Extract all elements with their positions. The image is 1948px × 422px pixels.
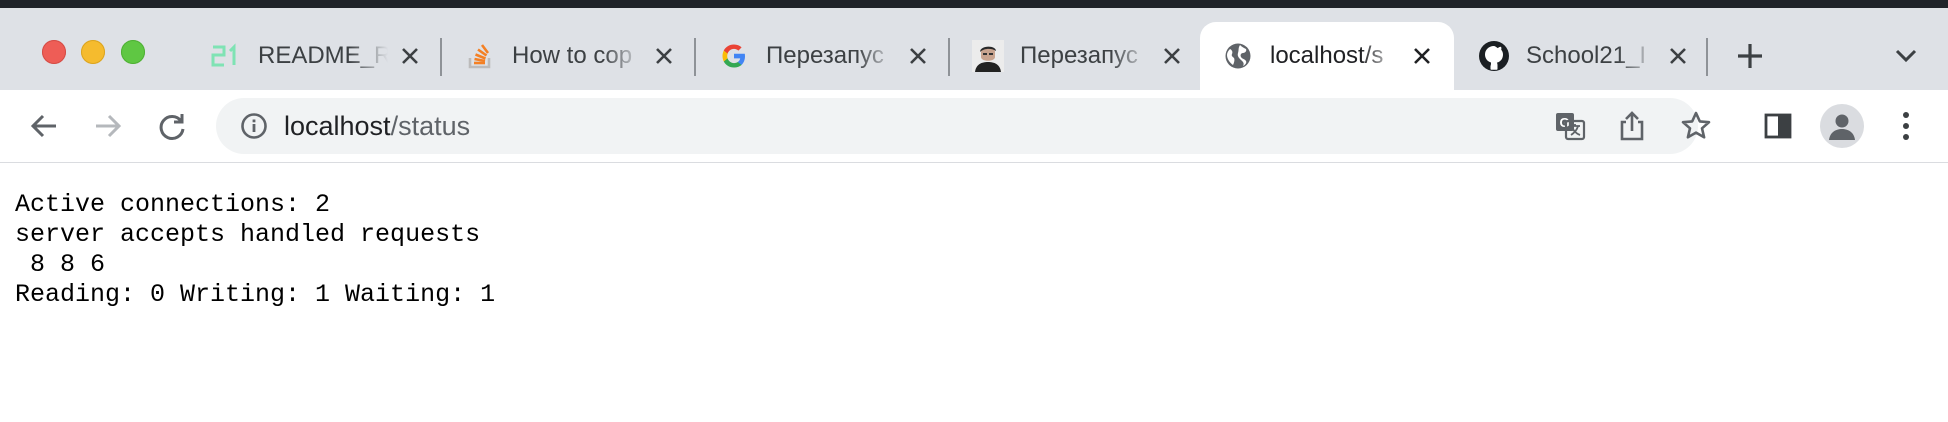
close-tab-icon[interactable] xyxy=(1664,42,1692,70)
tab-title: Перезапус xyxy=(1020,42,1138,69)
tab-title: README_R xyxy=(258,42,388,69)
profile-button[interactable] xyxy=(1820,104,1864,148)
status-line-states: Reading: 0 Writing: 1 Waiting: 1 xyxy=(15,280,496,309)
back-button[interactable] xyxy=(24,106,64,146)
profile-icon xyxy=(1829,114,1855,140)
reload-icon xyxy=(159,114,185,140)
side-panel-icon xyxy=(1764,113,1792,139)
close-tab-icon[interactable] xyxy=(1158,42,1186,70)
forward-button[interactable] xyxy=(88,106,128,146)
globe-icon xyxy=(1222,40,1254,72)
url-text[interactable]: localhost/status xyxy=(284,111,470,141)
forward-icon xyxy=(96,114,122,138)
tab-github[interactable]: School21_I xyxy=(1456,22,1710,90)
url-path: /status xyxy=(390,111,471,141)
close-tab-icon[interactable] xyxy=(396,42,424,70)
url-host: localhost xyxy=(284,111,391,141)
more-menu-icon xyxy=(1903,112,1909,140)
tab-avatar-page[interactable]: Перезапус xyxy=(950,22,1204,90)
address-bar[interactable]: localhost/status G xyxy=(216,98,1711,154)
tab-separator xyxy=(1706,38,1708,76)
window-minimize-button[interactable] xyxy=(81,40,105,64)
close-tab-icon[interactable] xyxy=(650,42,678,70)
tab-localhost-status[interactable]: localhost/s xyxy=(1200,22,1454,90)
school21-logo-icon xyxy=(210,40,242,72)
page-content: Active connections: 2 server accepts han… xyxy=(15,190,495,310)
status-line-counts: 8 8 6 xyxy=(15,250,106,279)
close-tab-icon[interactable] xyxy=(1408,42,1436,70)
tab-title: Перезапус xyxy=(766,42,884,69)
tab-title: localhost/s xyxy=(1270,42,1384,69)
window-close-button[interactable] xyxy=(42,40,66,64)
tab-stackoverflow[interactable]: How to cop xyxy=(442,22,696,90)
status-line-header: server accepts handled requests xyxy=(15,220,481,249)
tab-search-button[interactable] xyxy=(1890,40,1922,72)
tab-readme[interactable]: README_R xyxy=(188,22,442,90)
chevron-down-icon xyxy=(1895,49,1917,63)
close-tab-icon[interactable] xyxy=(904,42,932,70)
back-icon xyxy=(30,114,56,138)
window-top-strip xyxy=(0,0,1948,8)
plus-icon xyxy=(1738,44,1762,68)
site-info-icon[interactable] xyxy=(238,110,270,142)
tab-title: How to cop xyxy=(512,42,633,69)
side-panel-button[interactable] xyxy=(1758,106,1798,146)
share-icon[interactable] xyxy=(1616,110,1648,142)
avatar-photo-icon xyxy=(972,40,1004,72)
new-tab-button[interactable] xyxy=(1732,38,1768,74)
translate-icon[interactable]: G xyxy=(1554,110,1586,142)
svg-text:G: G xyxy=(1560,115,1570,130)
stackoverflow-icon xyxy=(464,40,496,72)
github-icon xyxy=(1478,40,1510,72)
tab-google[interactable]: Перезапус xyxy=(696,22,950,90)
window-zoom-button[interactable] xyxy=(121,40,145,64)
google-icon xyxy=(718,40,750,72)
status-line-connections: Active connections: 2 xyxy=(15,190,331,219)
more-menu-button[interactable] xyxy=(1886,106,1926,146)
bookmark-star-icon[interactable] xyxy=(1680,110,1712,142)
tab-title: School21_I xyxy=(1526,42,1647,69)
reload-button[interactable] xyxy=(152,106,192,146)
